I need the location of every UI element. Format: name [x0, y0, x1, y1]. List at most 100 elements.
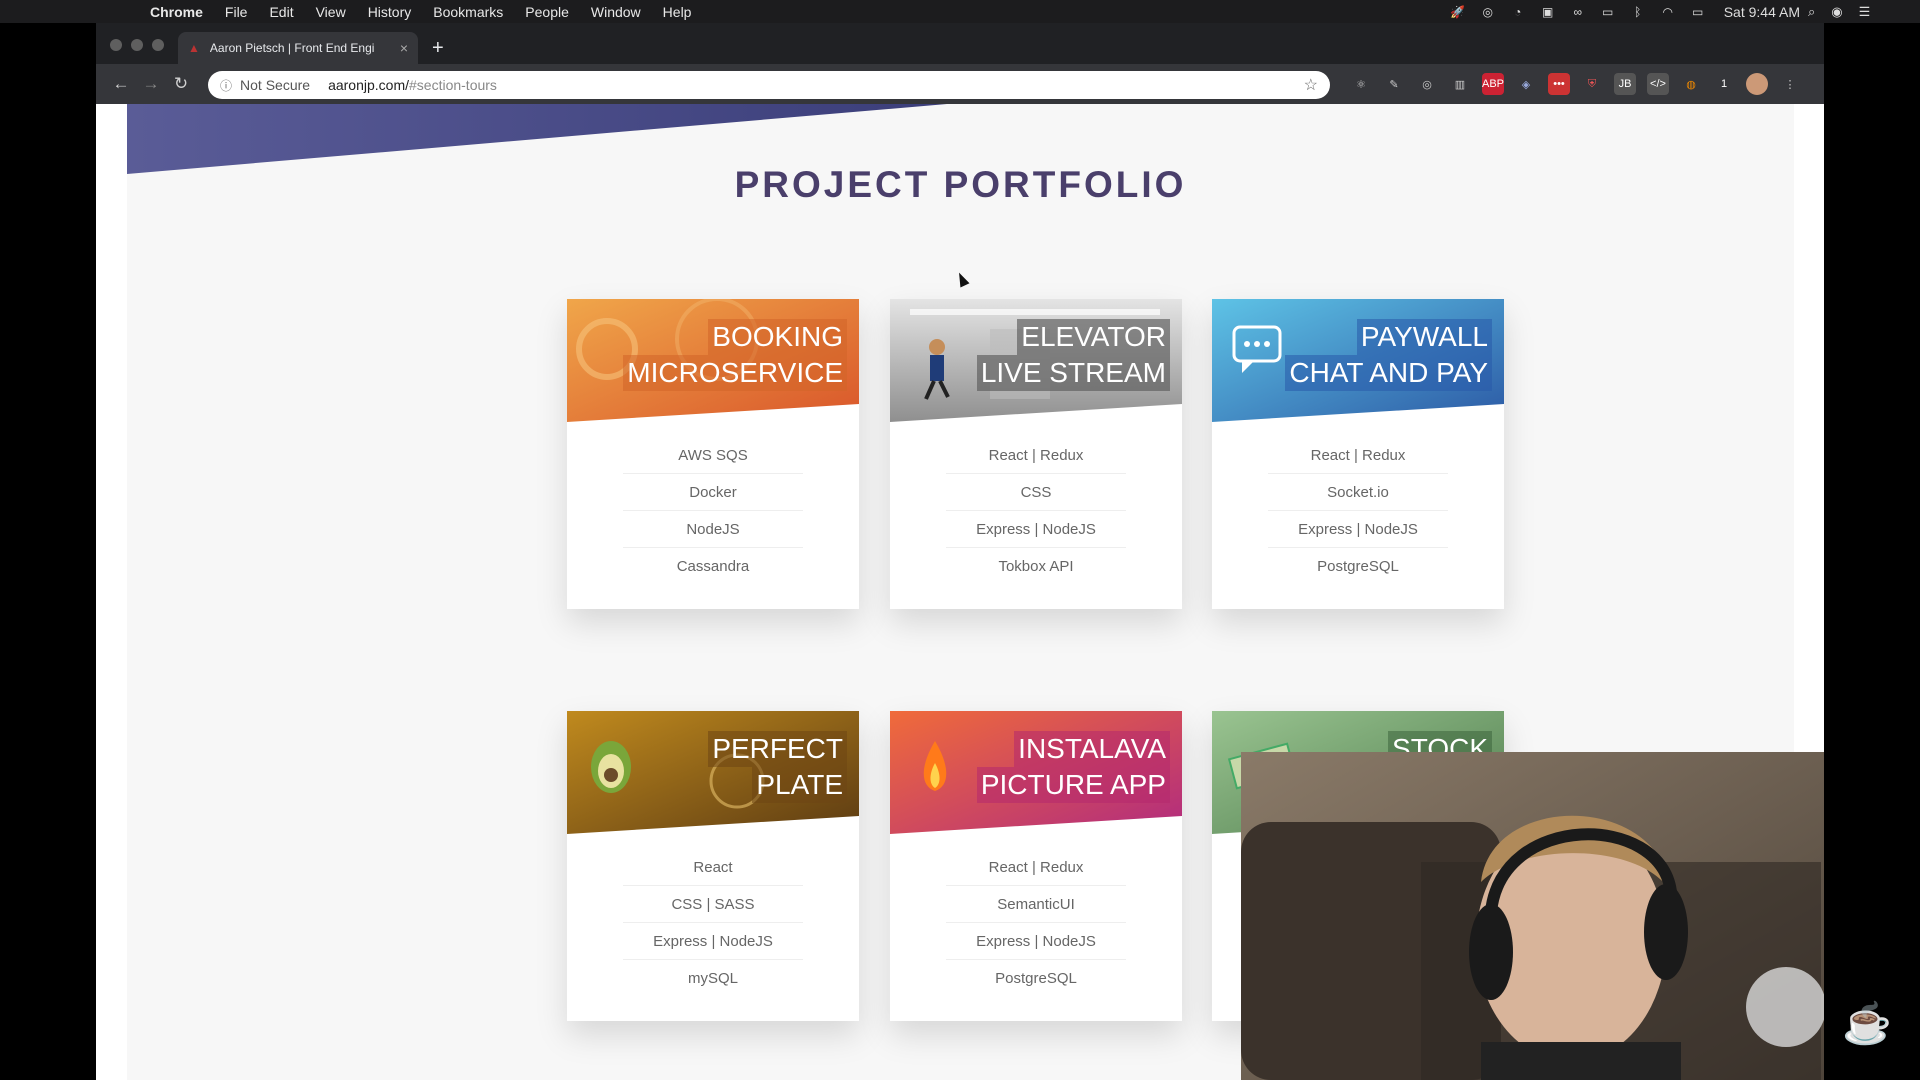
menu-app-chrome[interactable]: Chrome [150, 4, 203, 20]
tab-title: Aaron Pietsch | Front End Engi [209, 41, 375, 55]
profile-avatar[interactable] [1746, 73, 1768, 95]
tech-item: React | Redux [946, 437, 1126, 474]
tech-item: AWS SQS [623, 437, 803, 474]
menu-bookmarks[interactable]: Bookmarks [433, 4, 503, 20]
siri-icon[interactable]: ◉ [1831, 4, 1842, 20]
library-icon[interactable]: ▥ [1449, 73, 1471, 95]
react-devtools-icon[interactable]: ⚛ [1350, 73, 1372, 95]
forward-button[interactable]: → [136, 74, 166, 94]
tech-list: React CSS | SASS Express | NodeJS mySQL [567, 849, 859, 997]
card-title-line1: PERFECT [708, 731, 847, 767]
bluetooth-icon[interactable]: ᛒ [1630, 5, 1646, 19]
tech-list: AWS SQS Docker NodeJS Cassandra [567, 437, 859, 585]
minimize-window-button[interactable] [131, 39, 143, 51]
card-title: ELEVATOR LIVE STREAM [976, 319, 1170, 391]
tech-item: Docker [623, 474, 803, 511]
menu-people[interactable]: People [525, 4, 569, 20]
eyedropper-icon[interactable]: ✎ [1383, 73, 1405, 95]
menu-history[interactable]: History [368, 4, 412, 20]
card-title: BOOKING MICROSERVICE [623, 319, 847, 391]
tech-list: React | Redux Socket.io Express | NodeJS… [1212, 437, 1504, 585]
address-bar[interactable]: ⓘ Not Secure aaronjp.com/#section-tours … [208, 71, 1330, 99]
tech-item: NodeJS [623, 511, 803, 548]
webcam-overlay [1241, 752, 1824, 1080]
card-title: PAYWALL CHAT AND PAY [1285, 319, 1492, 391]
code-icon[interactable]: </> [1647, 73, 1669, 95]
menu-help[interactable]: Help [663, 4, 692, 20]
menu-edit[interactable]: Edit [269, 4, 293, 20]
tech-item: Express | NodeJS [1268, 511, 1448, 548]
menu-view[interactable]: View [316, 4, 346, 20]
card-image: PERFECT PLATE [567, 711, 859, 834]
project-card-perfect-plate[interactable]: PERFECT PLATE React CSS | SASS Express |… [567, 711, 859, 1021]
back-button[interactable]: ← [106, 74, 136, 94]
webcam-feed [1241, 752, 1824, 1080]
menu-file[interactable]: File [225, 4, 248, 20]
airplay-icon[interactable]: ▭ [1600, 5, 1616, 19]
card-image: PAYWALL CHAT AND PAY [1212, 299, 1504, 422]
notification-center-icon[interactable]: ☰ [1859, 4, 1871, 20]
extensions-area: ⚛ ✎ ◎ ▥ ABP ◈ ••• ⛨ JB </> ◍ 1 ⋮ [1350, 73, 1801, 95]
tech-item: CSS | SASS [623, 886, 803, 923]
tech-item: Socket.io [1268, 474, 1448, 511]
counter-icon[interactable]: 1 [1713, 73, 1735, 95]
target-icon[interactable]: ◎ [1416, 73, 1438, 95]
adblock-icon[interactable]: ABP [1482, 73, 1504, 95]
browser-tab[interactable]: ▲ Aaron Pietsch | Front End Engi × [178, 32, 418, 64]
card-image: ELEVATOR LIVE STREAM [890, 299, 1182, 422]
bookmark-star-icon[interactable]: ☆ [1304, 75, 1318, 95]
maximize-window-button[interactable] [152, 39, 164, 51]
rocket-icon[interactable]: 🚀 [1450, 5, 1466, 19]
project-card-instalava[interactable]: INSTALAVA PICTURE APP React | Redux Sema… [890, 711, 1182, 1021]
project-card-booking[interactable]: BOOKING MICROSERVICE AWS SQS Docker Node… [567, 299, 859, 609]
tab-strip: ▲ Aaron Pietsch | Front End Engi × + [96, 23, 1824, 64]
menubar-clock[interactable]: Sat 9:44 AM [1724, 4, 1800, 20]
coffee-cup-icon: ☕ [1842, 1002, 1892, 1046]
card-title-line1: PAYWALL [1356, 319, 1492, 355]
tech-item: Express | NodeJS [946, 511, 1126, 548]
menu-icon[interactable]: ⋮ [1779, 73, 1801, 95]
tech-list: React | Redux CSS Express | NodeJS Tokbo… [890, 437, 1182, 585]
wifi-icon[interactable]: ◠ [1660, 5, 1676, 19]
cast-icon[interactable]: ◔ [1510, 5, 1526, 19]
shield-icon[interactable]: ⛨ [1581, 73, 1603, 95]
card-title-line2: PICTURE APP [976, 767, 1170, 803]
card-title-line2: LIVE STREAM [976, 355, 1170, 391]
project-card-elevator[interactable]: ELEVATOR LIVE STREAM React | Redux CSS E… [890, 299, 1182, 609]
card-title-line1: INSTALAVA [1014, 731, 1170, 767]
status-right: ⌕ ◉ ☰ [1800, 0, 1920, 23]
menu-window[interactable]: Window [591, 4, 641, 20]
close-window-button[interactable] [110, 39, 122, 51]
section-title: PROJECT PORTFOLIO [734, 164, 1187, 205]
reader-icon[interactable]: ◍ [1680, 73, 1702, 95]
security-label: Not Secure [240, 77, 311, 93]
card-image: BOOKING MICROSERVICE [567, 299, 859, 422]
info-icon[interactable]: ⓘ [220, 77, 232, 94]
new-tab-button[interactable]: + [432, 37, 444, 60]
jb-icon[interactable]: JB [1614, 73, 1636, 95]
tech-item: Cassandra [676, 558, 750, 575]
spotlight-icon[interactable]: ⌕ [1808, 4, 1815, 20]
vpn-icon[interactable]: ◈ [1515, 73, 1537, 95]
card-title-line1: BOOKING [708, 319, 847, 355]
tech-item: Express | NodeJS [946, 923, 1126, 960]
url-path: #section-tours [409, 77, 497, 93]
tech-item: React | Redux [1268, 437, 1448, 474]
reload-button[interactable]: ↻ [166, 74, 196, 94]
card-title-line1: ELEVATOR [1017, 319, 1170, 355]
battery-icon[interactable]: ▭ [1690, 5, 1706, 19]
lastpass-icon[interactable]: ••• [1548, 73, 1570, 95]
status-area: 🚀 ◎ ◔ ▣ ∞ ▭ ᛒ ◠ ▭ Sat 9:44 AM [1450, 0, 1800, 23]
card-title: INSTALAVA PICTURE APP [976, 731, 1170, 803]
close-tab-icon[interactable]: × [400, 40, 408, 56]
card-title: PERFECT PLATE [708, 731, 847, 803]
creative-cloud-icon[interactable]: ∞ [1570, 5, 1586, 19]
project-card-paywall[interactable]: PAYWALL CHAT AND PAY React | Redux Socke… [1212, 299, 1504, 609]
tech-item: React [623, 849, 803, 886]
sync-icon[interactable]: ◎ [1480, 5, 1496, 19]
dropbox-icon[interactable]: ▣ [1540, 5, 1556, 19]
tech-item: Express | NodeJS [623, 923, 803, 960]
tech-item: Tokbox API [998, 558, 1074, 575]
tech-item: SemanticUI [946, 886, 1126, 923]
card-image: INSTALAVA PICTURE APP [890, 711, 1182, 834]
